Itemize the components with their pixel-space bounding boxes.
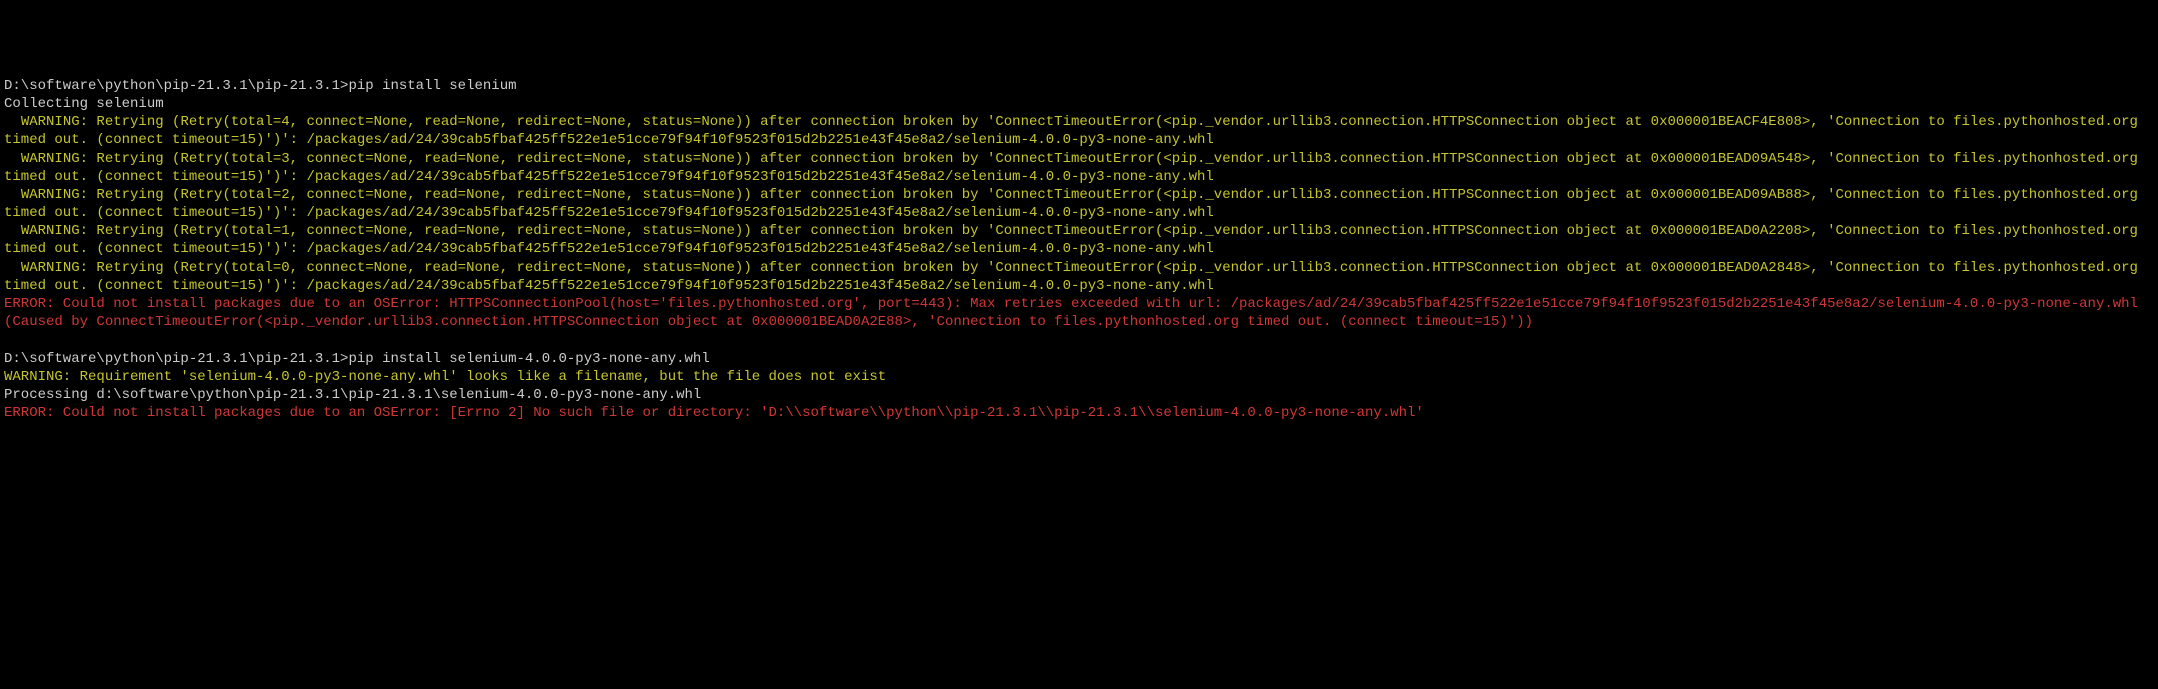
command-text: pip install selenium [348, 78, 516, 94]
collecting-line: Collecting selenium [4, 95, 2154, 113]
command-text: pip install selenium-4.0.0-py3-none-any.… [348, 351, 709, 367]
warning-retry-4: WARNING: Retrying (Retry(total=4, connec… [4, 113, 2154, 149]
blank-line [4, 331, 2154, 349]
error-oserror-file: ERROR: Could not install packages due to… [4, 404, 2154, 422]
warning-retry-3: WARNING: Retrying (Retry(total=3, connec… [4, 150, 2154, 186]
prompt-line-1: D:\software\python\pip-21.3.1\pip-21.3.1… [4, 77, 2154, 95]
warning-retry-0: WARNING: Retrying (Retry(total=0, connec… [4, 259, 2154, 295]
prompt-path: D:\software\python\pip-21.3.1\pip-21.3.1… [4, 78, 348, 94]
warning-retry-2: WARNING: Retrying (Retry(total=2, connec… [4, 186, 2154, 222]
processing-line: Processing d:\software\python\pip-21.3.1… [4, 386, 2154, 404]
terminal-output[interactable]: D:\software\python\pip-21.3.1\pip-21.3.1… [4, 77, 2154, 423]
warning-retry-1: WARNING: Retrying (Retry(total=1, connec… [4, 222, 2154, 258]
warning-filename: WARNING: Requirement 'selenium-4.0.0-py3… [4, 368, 2154, 386]
error-oserror-connection: ERROR: Could not install packages due to… [4, 295, 2154, 331]
prompt-line-2: D:\software\python\pip-21.3.1\pip-21.3.1… [4, 350, 2154, 368]
prompt-path: D:\software\python\pip-21.3.1\pip-21.3.1… [4, 351, 348, 367]
